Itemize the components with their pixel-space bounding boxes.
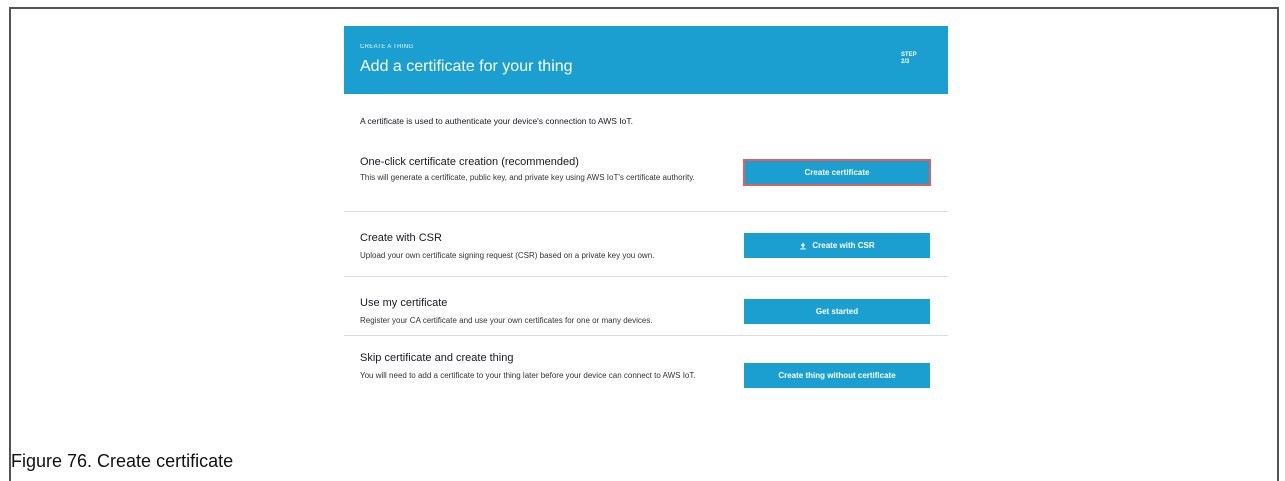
- step-label: STEP: [901, 52, 917, 58]
- option-title: Create with CSR: [360, 232, 442, 244]
- option-csr: Create with CSR Upload your own certific…: [344, 212, 948, 277]
- get-started-button[interactable]: Get started: [744, 299, 930, 324]
- option-title: One-click certificate creation (recommen…: [360, 156, 579, 168]
- wizard-kicker: CREATE A THING: [360, 44, 414, 50]
- figure-caption: Figure 76. Create certificate: [11, 451, 234, 471]
- upload-icon: [800, 242, 807, 249]
- page-title: Add a certificate for your thing: [360, 58, 573, 75]
- step-value: 2/3: [901, 59, 910, 65]
- option-title: Use my certificate: [360, 297, 448, 309]
- option-description: Upload your own certificate signing requ…: [360, 251, 655, 260]
- option-one-click: One-click certificate creation (recommen…: [344, 148, 948, 212]
- wizard-header: CREATE A THING Add a certificate for you…: [344, 26, 948, 94]
- option-description: Register your CA certificate and use you…: [360, 316, 653, 325]
- option-my-certificate: Use my certificate Register your CA cert…: [344, 277, 948, 336]
- intro-text: A certificate is used to authenticate yo…: [360, 116, 633, 126]
- step-indicator: STEP 2/3: [901, 52, 917, 66]
- create-without-certificate-button[interactable]: Create thing without certificate: [744, 363, 930, 388]
- create-certificate-button[interactable]: Create certificate: [743, 159, 931, 186]
- create-with-csr-button[interactable]: Create with CSR: [744, 233, 930, 258]
- option-skip-certificate: Skip certificate and create thing You wi…: [344, 336, 948, 411]
- option-title: Skip certificate and create thing: [360, 352, 514, 364]
- create-thing-card: CREATE A THING Add a certificate for you…: [344, 26, 948, 411]
- create-with-csr-label: Create with CSR: [812, 241, 875, 250]
- option-description: You will need to add a certificate to yo…: [360, 371, 696, 380]
- option-description: This will generate a certificate, public…: [360, 173, 695, 182]
